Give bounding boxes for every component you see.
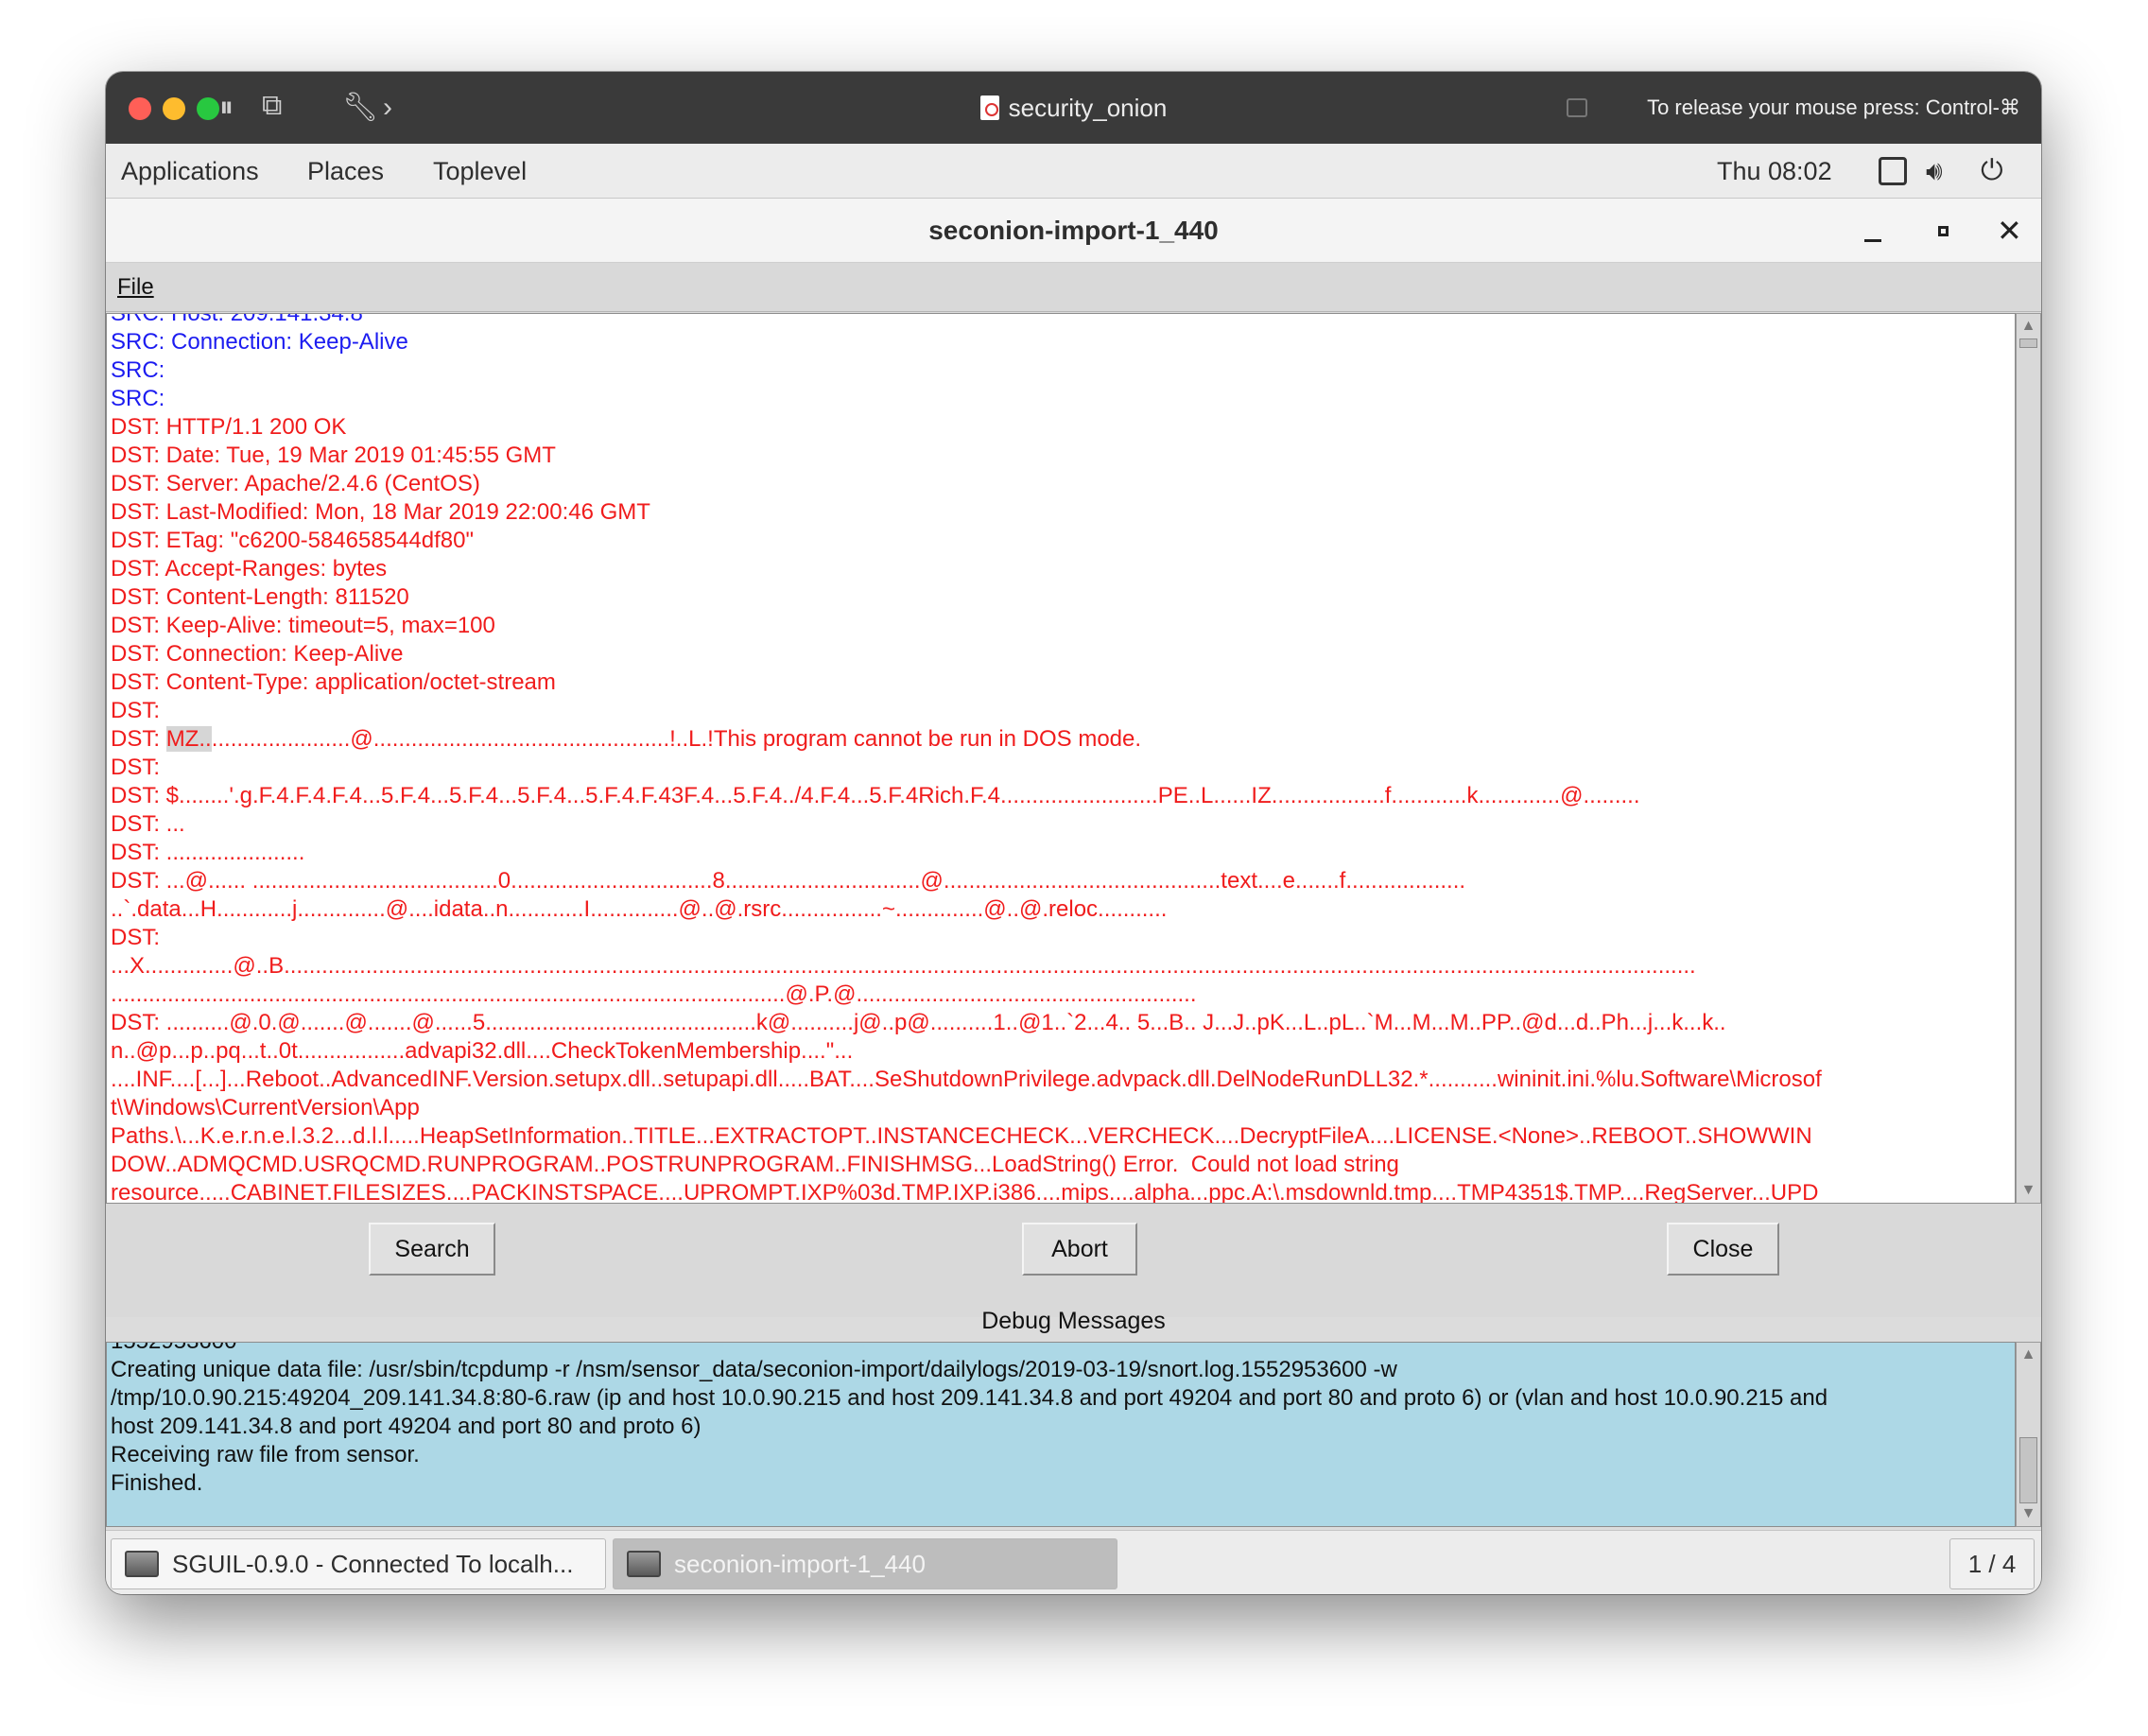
transcript-line-dst: DST: Date: Tue, 19 Mar 2019 01:45:55 GMT bbox=[111, 443, 556, 468]
transcript-line-dst: t\Windows\CurrentVersion\App bbox=[111, 1095, 420, 1120]
menu-toplevel[interactable]: Toplevel bbox=[433, 144, 527, 199]
taskbar-item-label: seconion-import-1_440 bbox=[674, 1549, 926, 1578]
transcript-line-dst: DST: Content-Type: application/octet-str… bbox=[111, 669, 556, 695]
abort-button[interactable]: Abort bbox=[1022, 1223, 1137, 1276]
transcript-line-dst: DST: Last-Modified: Mon, 18 Mar 2019 22:… bbox=[111, 499, 650, 525]
scroll-thumb[interactable] bbox=[2019, 1437, 2037, 1503]
power-icon[interactable]: ⏻ bbox=[1981, 157, 2009, 185]
transcript-scrollbar[interactable]: ▲ ▼ bbox=[2016, 313, 2041, 1204]
transcript-line-dst: resource.....CABINET.FILESIZES....PACKIN… bbox=[111, 1180, 1819, 1204]
debug-scrollbar[interactable]: ▲ ▼ bbox=[2016, 1342, 2041, 1527]
transcript-line-dst: ........................................… bbox=[111, 981, 1197, 1007]
search-button[interactable]: Search bbox=[369, 1223, 495, 1276]
vm-titlebar: ⏸ ⧉ 🔧︎ › security_onion To release your … bbox=[106, 72, 2041, 144]
debug-line: Creating unique data file: /usr/sbin/tcp… bbox=[111, 1357, 1397, 1382]
volume-icon[interactable]: 🔊︎ bbox=[1926, 157, 1954, 185]
taskbar-item-label: SGUIL-0.9.0 - Connected To localh... bbox=[172, 1549, 574, 1578]
menubar: File bbox=[106, 263, 2041, 312]
debug-line: Receiving raw file from sensor. bbox=[111, 1442, 420, 1467]
scroll-down-arrow-icon[interactable]: ▼ bbox=[2019, 1503, 2037, 1524]
taskbar-item-sguil[interactable]: SGUIL-0.9.0 - Connected To localh... bbox=[111, 1538, 606, 1589]
button-row: Search Abort Close bbox=[106, 1204, 2041, 1317]
transcript-line-src: SRC: bbox=[111, 386, 165, 411]
taskbar-item-seconion-import[interactable]: seconion-import-1_440 bbox=[613, 1538, 1117, 1589]
vm-title-text: security_onion bbox=[1008, 93, 1168, 122]
transcript-line-dst: DST: bbox=[111, 698, 161, 723]
file-menu-label: File bbox=[117, 274, 154, 300]
vm-document-icon bbox=[979, 95, 999, 120]
transcript-line-dst: DST: ...@...... ........................… bbox=[111, 868, 1466, 894]
taskbar: SGUIL-0.9.0 - Connected To localh... sec… bbox=[106, 1530, 2041, 1594]
scroll-up-arrow-icon[interactable]: ▲ bbox=[2019, 316, 2037, 337]
minimize-icon[interactable] bbox=[1864, 239, 1881, 242]
transcript-line-dst: DST: $........'.g.F.4.F.4.F.4...5.F.4...… bbox=[111, 783, 1640, 808]
release-mouse-hint: To release your mouse press: Control-⌘ bbox=[1647, 95, 2020, 119]
debug-lines: 1552953600Creating unique data file: /us… bbox=[111, 1343, 2013, 1498]
debug-line: 1552953600 bbox=[111, 1343, 2013, 1356]
window-icon bbox=[627, 1551, 661, 1577]
debug-line: host 209.141.34.8 and port 49204 and por… bbox=[111, 1414, 702, 1439]
transcript-line-dst: DOW..ADMQCMD.USRQCMD.RUNPROGRAM..POSTRUN… bbox=[111, 1152, 1399, 1177]
file-menu[interactable]: File bbox=[117, 263, 154, 312]
highlighted-text: MZ.. bbox=[165, 726, 212, 752]
transcript-line-dst: ....INF....[...]...Reboot..AdvancedINF.V… bbox=[111, 1067, 1822, 1092]
transcript-line-src: SRC: bbox=[111, 357, 165, 383]
debug-line: /tmp/10.0.90.215:49204_209.141.34.8:80-6… bbox=[111, 1385, 1828, 1411]
transcript-line-dst: DST: bbox=[111, 755, 161, 780]
transcript-line-dst: ...X..............@..B..................… bbox=[111, 953, 1696, 979]
transcript-line-dst: DST: Content-Length: 811520 bbox=[111, 584, 409, 610]
transcript-line-dst: Paths.\...K.e.r.n.e.l.3.2...d.l.l.....He… bbox=[111, 1123, 1812, 1149]
transcript-line-dst: DST: Connection: Keep-Alive bbox=[111, 641, 404, 667]
close-button[interactable]: Close bbox=[1667, 1223, 1779, 1276]
app-titlebar: seconion-import-1_440 ✕ bbox=[106, 199, 2041, 263]
transcript-lines: SRC: Host: 209.141.34.8 SRC: Connection: … bbox=[111, 313, 2013, 1204]
transcript-line-dst: DST: ...................... bbox=[111, 840, 305, 865]
clock[interactable]: Thu 08:02 bbox=[1717, 144, 1832, 199]
menu-applications[interactable]: Applications bbox=[121, 144, 259, 199]
menu-places[interactable]: Places bbox=[307, 144, 384, 199]
transcript-line-dst: DST: Server: Apache/2.4.6 (CentOS) bbox=[111, 471, 480, 496]
transcript-line-dst: DST: ..........@.0.@.......@.......@....… bbox=[111, 1010, 1726, 1035]
transcript-line-dst: DST: Keep-Alive: timeout=5, max=100 bbox=[111, 613, 495, 638]
debug-messages-area[interactable]: 1552953600Creating unique data file: /us… bbox=[106, 1342, 2016, 1527]
window-icon bbox=[125, 1551, 159, 1577]
debug-messages-label: Debug Messages bbox=[981, 1308, 1166, 1334]
workspace-indicator[interactable]: 1 / 4 bbox=[1949, 1538, 2035, 1589]
transcript-line-dst: DST: HTTP/1.1 200 OK bbox=[111, 414, 347, 440]
transcript-line-dst: DST: ... bbox=[111, 811, 185, 837]
transcript-text-area[interactable]: SRC: Host: 209.141.34.8 SRC: Connection: … bbox=[106, 313, 2016, 1204]
gnome-top-bar: Applications Places Toplevel Thu 08:02 🔊… bbox=[106, 144, 2041, 199]
transcript-line-dst: ..`.data...H............j..............@… bbox=[111, 896, 1168, 922]
debug-line: Finished. bbox=[111, 1470, 203, 1496]
transcript-line-src: SRC: Connection: Keep-Alive bbox=[111, 329, 408, 355]
transcript-line-dst: DST: ETag: "c6200-584658544df80" bbox=[111, 528, 474, 553]
scroll-thumb[interactable] bbox=[2019, 339, 2037, 348]
screen-icon[interactable] bbox=[1879, 157, 1907, 185]
transcript-line-src: SRC: Host: 209.141.34.8 bbox=[111, 313, 363, 326]
transcript-line-dst: n..@p...p..pq...t..0t.................ad… bbox=[111, 1038, 854, 1064]
vm-window: ⏸ ⧉ 🔧︎ › security_onion To release your … bbox=[106, 72, 2041, 1594]
scroll-down-arrow-icon[interactable]: ▼ bbox=[2019, 1180, 2037, 1201]
window-title: seconion-import-1_440 bbox=[928, 216, 1219, 245]
window-copy-icon bbox=[1567, 98, 1587, 117]
transcript-line-dst: DST: bbox=[111, 925, 161, 950]
close-icon[interactable]: ✕ bbox=[1997, 199, 2022, 263]
scroll-up-arrow-icon[interactable]: ▲ bbox=[2019, 1345, 2037, 1365]
transcript-line-dst: DST: Accept-Ranges: bytes bbox=[111, 556, 388, 582]
transcript-line-dst: DST: MZ........................@........… bbox=[111, 726, 1142, 752]
maximize-icon[interactable] bbox=[1938, 226, 1949, 236]
